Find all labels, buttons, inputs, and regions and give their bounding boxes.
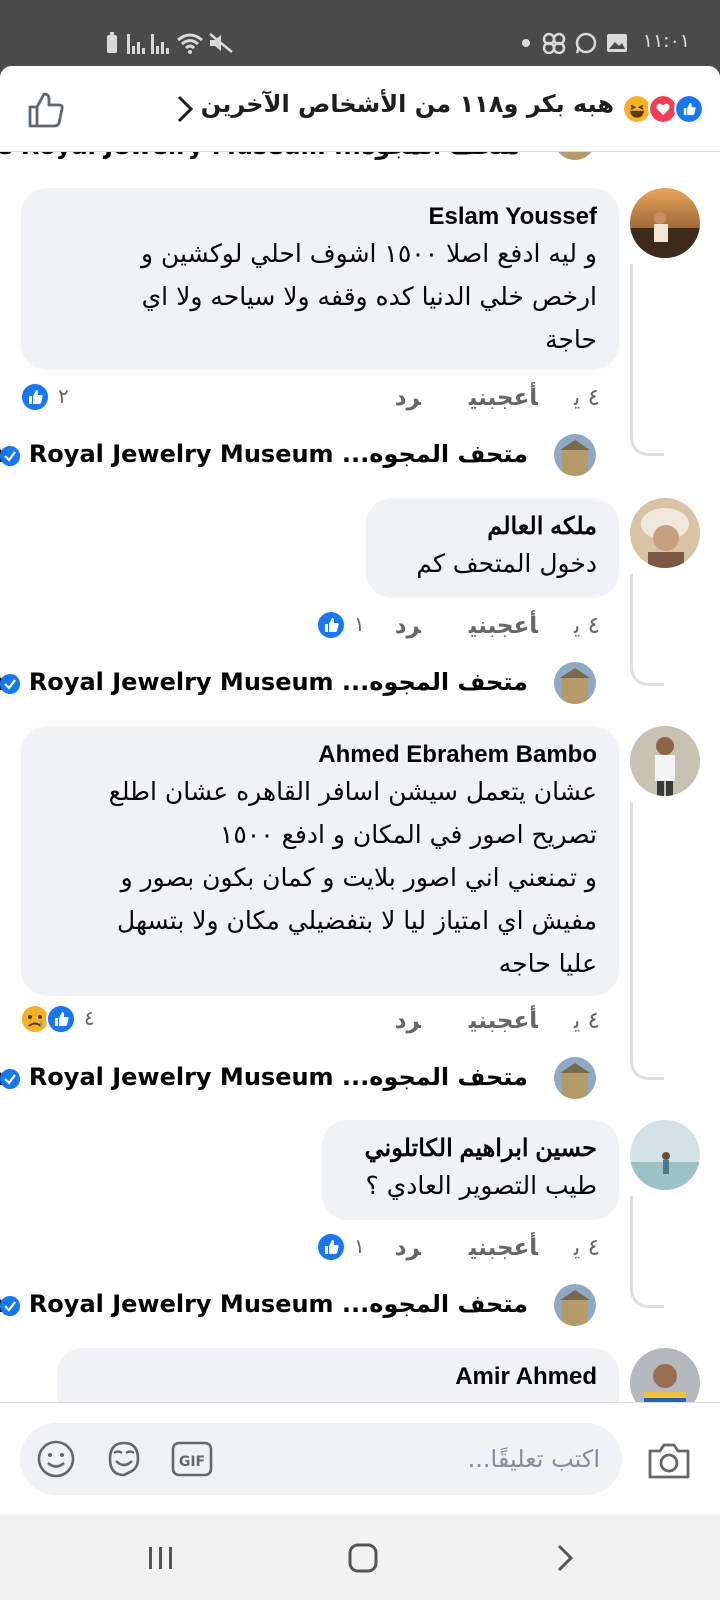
avatar[interactable]	[630, 498, 700, 568]
status-bar: ١١:٠١	[0, 0, 720, 66]
comment-author[interactable]: Ahmed Ebrahem Bambo	[39, 740, 597, 770]
reaction-summary[interactable]	[616, 94, 704, 124]
comment-actions: ٤ ي أعجبني رد	[347, 1008, 600, 1034]
like-icon	[46, 1004, 76, 1034]
like-outline-icon[interactable]	[26, 90, 66, 130]
comment-text: و ليه ادفع اصلا ١٥٠٠ اشوف احلي لوكشين و …	[141, 239, 597, 354]
emoji-icon[interactable]	[34, 1437, 78, 1481]
clock: ١١:٠١	[642, 30, 690, 52]
comment-input[interactable]: اكتب تعليقًا... GIF	[20, 1423, 622, 1495]
like-button[interactable]: أعجبني	[469, 385, 538, 411]
comment-bubble[interactable]: Ahmed Ebrahem Bambo عشان يتعمل سيشن اساف…	[21, 726, 619, 996]
comment-actions: ٤ ي أعجبني رد	[347, 613, 600, 639]
battery-icon	[107, 32, 117, 53]
verified-badge-icon	[0, 674, 20, 694]
museum-avatar[interactable]	[554, 1057, 596, 1099]
reply-button[interactable]: رد	[395, 385, 421, 411]
sheet-header: هبه بكر و١١٨ من الأشخاص الآخرين	[0, 66, 720, 152]
sheet-title: هبه بكر و١١٨ من الأشخاص الآخرين	[200, 90, 614, 118]
comment-bubble[interactable]: حسين ابراهيم الكاتلوني طيب التصوير العاد…	[322, 1120, 619, 1220]
mute-icon	[209, 33, 233, 53]
comment-time: ٤ ي	[573, 385, 600, 411]
notification-dot-icon	[522, 39, 530, 47]
comment-bubble[interactable]: ملكه العالم دخول المتحف كم	[366, 498, 619, 598]
comment-bubble[interactable]: Eslam Youssef و ليه ادفع اصلا ١٥٠٠ اشوف …	[21, 188, 619, 370]
reaction-count[interactable]: ٤	[20, 1004, 100, 1034]
museum-avatar[interactable]	[554, 662, 596, 704]
verified-badge-icon	[0, 446, 20, 466]
comment-text: دخول المتحف كم	[416, 549, 597, 578]
like-button[interactable]: أعجبني	[469, 1235, 538, 1261]
thread-connector	[630, 574, 664, 686]
reply-button[interactable]: رد	[395, 1008, 421, 1034]
like-button[interactable]: أعجبني	[469, 1008, 538, 1034]
comment-time: ٤ ي	[573, 613, 600, 639]
thread-connector	[630, 264, 664, 456]
comment-author[interactable]: حسين ابراهيم الكاتلوني	[340, 1134, 597, 1164]
museum-avatar[interactable]	[554, 434, 596, 476]
avatar[interactable]	[630, 1120, 700, 1190]
home-icon[interactable]	[346, 1541, 380, 1575]
recent-apps-icon[interactable]	[144, 1541, 178, 1575]
sticker-icon[interactable]	[102, 1437, 146, 1481]
verified-badge-icon	[0, 1296, 20, 1316]
museum-avatar[interactable]	[554, 1284, 596, 1326]
thread-connector	[630, 802, 664, 1080]
reply-author[interactable]: متحف المجوه... The Royal Jewelry Museum	[0, 1063, 528, 1091]
comment-placeholder: اكتب تعليقًا...	[467, 1445, 600, 1473]
whatsapp-icon	[575, 32, 597, 54]
comment-author[interactable]: Amir Ahmed	[75, 1362, 597, 1392]
comment-text: طيب التصوير العادي ؟	[365, 1171, 598, 1200]
reactions-comments-sheet: هبه بكر و١١٨ من الأشخاص الآخرين متحف الم…	[0, 66, 720, 1514]
avatar[interactable]	[630, 1348, 700, 1402]
like-icon	[316, 610, 346, 640]
comment-text: عشان يتعمل سيشن اسافر القاهره عشان اطلع …	[108, 777, 597, 978]
museum-avatar[interactable]	[554, 152, 596, 160]
verified-badge-icon	[0, 1069, 20, 1089]
reaction-count[interactable]: ٢	[20, 382, 80, 412]
comment-time: ٤ ي	[573, 1235, 600, 1261]
avatar[interactable]	[630, 188, 700, 258]
signal-icon	[151, 34, 169, 54]
chevron-right-icon[interactable]	[170, 92, 200, 126]
comment-actions: ٤ ي أعجبني رد	[347, 1235, 600, 1261]
reply-author[interactable]: متحف المجوه... The Royal Jewelry Museum	[0, 152, 520, 160]
reply-author[interactable]: متحف المجوه... The Royal Jewelry Museum	[0, 1290, 528, 1318]
reply-button[interactable]: رد	[395, 1235, 421, 1261]
comment-author[interactable]: ملكه العالم	[384, 512, 597, 542]
gif-icon[interactable]: GIF	[170, 1437, 214, 1481]
reply-author[interactable]: متحف المجوه... The Royal Jewelry Museum	[0, 668, 528, 696]
camera-icon[interactable]	[646, 1437, 692, 1483]
reply-author[interactable]: متحف المجوه... The Royal Jewelry Museum	[0, 440, 528, 468]
like-icon	[20, 382, 50, 412]
like-button[interactable]: أعجبني	[469, 613, 538, 639]
app-notification-icon	[542, 32, 566, 54]
gallery-icon	[607, 34, 627, 52]
comment-actions: ٤ ي أعجبني رد	[347, 385, 600, 411]
reply-button[interactable]: رد	[395, 613, 421, 639]
comment-bubble[interactable]: Amir Ahmed	[57, 1348, 619, 1402]
like-icon	[674, 94, 704, 124]
comment-author[interactable]: Eslam Youssef	[39, 202, 597, 232]
signal-icon	[127, 34, 145, 54]
system-navigation-bar	[0, 1514, 720, 1600]
avatar[interactable]	[630, 726, 700, 796]
comment-composer: اكتب تعليقًا... GIF	[0, 1402, 720, 1514]
comments-feed[interactable]: متحف المجوه... The Royal Jewelry Museum …	[0, 152, 720, 1402]
like-icon	[316, 1232, 346, 1262]
back-icon[interactable]	[548, 1541, 582, 1575]
svg-text:GIF: GIF	[179, 1454, 205, 1470]
wifi-icon	[177, 33, 203, 54]
thread-connector	[630, 1196, 664, 1308]
comment-time: ٤ ي	[573, 1008, 600, 1034]
